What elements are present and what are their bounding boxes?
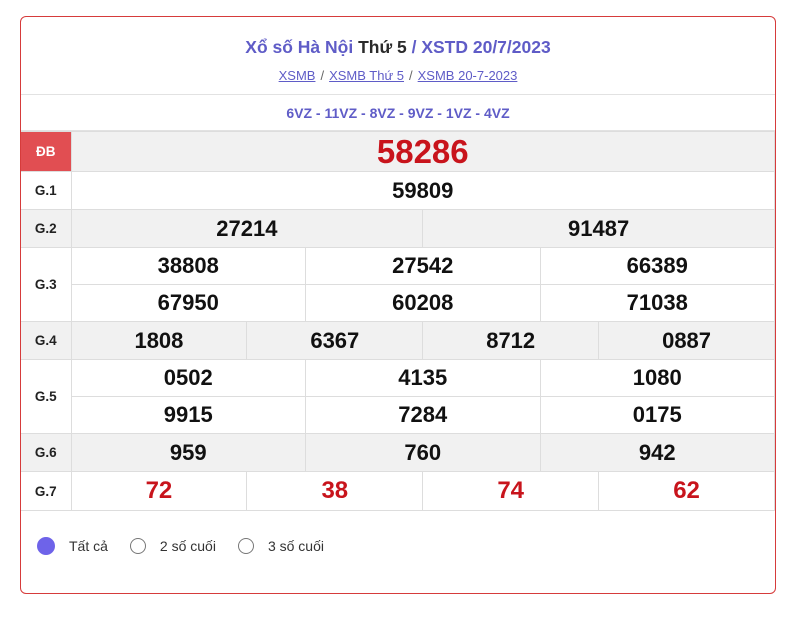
prize-row-g5-a: G.5 0502 4135 1080 (21, 359, 775, 434)
prize-number: 8712 (486, 327, 536, 353)
prize-number: 62 (673, 477, 700, 504)
prize-number: 760 (404, 439, 442, 465)
radio-empty-icon[interactable] (237, 538, 254, 554)
prize-number: 9915 (163, 402, 213, 427)
breadcrumb-xsmb-thu5[interactable]: XSMB Thứ 5 (329, 68, 404, 83)
ticket-codes: 6VZ - 11VZ - 8VZ - 9VZ - 1VZ - 4VZ (21, 95, 775, 131)
prize-number: 38 (321, 477, 349, 504)
prize-number: 6367 (310, 327, 360, 353)
results-table: ĐB 58286 G.1 59809 G.2 27214 91487 G.3 3… (21, 131, 775, 511)
prize-row-db: ĐB 58286 (21, 131, 775, 172)
option-all-label: Tất cả (69, 538, 108, 554)
breadcrumb-separator: / (320, 68, 325, 83)
result-header: Xổ số Hà Nội Thứ 5 / XSTD 20/7/2023 XSMB… (21, 17, 775, 95)
prize-row-g2: G.2 27214 91487 (21, 209, 775, 248)
prize-label-db: ĐB (21, 131, 72, 172)
prize-number: 27542 (392, 253, 454, 278)
prize-number: 27214 (216, 215, 278, 241)
prize-number: 66389 (626, 253, 688, 278)
breadcrumb-xsmb[interactable]: XSMB (279, 68, 316, 83)
prize-number: 60208 (392, 290, 454, 315)
prize-number: 71038 (626, 290, 688, 315)
option-last-3-label: 3 số cuối (267, 538, 324, 554)
title-day: Thứ 5 (358, 37, 407, 57)
breadcrumb: XSMB / XSMB Thứ 5 / XSMB 20-7-2023 (21, 68, 775, 83)
prize-number: 0502 (163, 365, 213, 390)
prize-number: 7284 (398, 402, 448, 427)
breadcrumb-separator: / (409, 68, 413, 83)
prize-label-g2: G.2 (21, 209, 72, 248)
prize-number: 4135 (398, 365, 448, 390)
prize-row-g1: G.1 59809 (21, 171, 775, 210)
prize-row-g7: G.7 72 38 74 62 (21, 471, 775, 511)
prize-number: 74 (497, 477, 525, 504)
prize-label-g5: G.5 (21, 359, 72, 434)
prize-number: 91487 (568, 215, 630, 241)
prize-row-g4: G.4 1808 6367 8712 0887 (21, 321, 775, 360)
special-prize-number: 58286 (376, 132, 469, 170)
display-options: Tất cả 2 số cuối 3 số cuối (21, 515, 775, 593)
prize-label-g1: G.1 (21, 171, 72, 210)
title-prefix: Xổ số Hà Nội (245, 37, 359, 57)
prize-label-g7: G.7 (21, 471, 72, 511)
prize-number: 72 (145, 477, 173, 504)
option-last-2-label: 2 số cuối (159, 538, 216, 554)
prize-label-g3: G.3 (21, 247, 72, 322)
prize-row-g3-b: 67950 60208 71038 (21, 284, 775, 322)
prize-number: 0175 (632, 402, 682, 427)
prize-label-g4: G.4 (21, 321, 72, 360)
prize-number: 0887 (662, 327, 712, 353)
prize-number: 1080 (632, 365, 682, 390)
prize-number: 959 (169, 439, 207, 465)
radio-selected-icon[interactable] (37, 537, 55, 555)
prize-number: 1808 (134, 327, 184, 353)
option-all[interactable]: Tất cả (37, 537, 108, 555)
radio-empty-icon[interactable] (129, 538, 146, 554)
prize-row-g3-a: G.3 38808 27542 66389 (21, 247, 775, 322)
prize-number: 38808 (157, 253, 219, 278)
title-suffix: / XSTD 20/7/2023 (406, 37, 551, 57)
page-title: Xổ số Hà Nội Thứ 5 / XSTD 20/7/2023 (21, 17, 775, 58)
prize-number: 942 (638, 439, 676, 465)
prize-number: 67950 (157, 290, 219, 315)
prize-row-g5-b: 9915 7284 0175 (21, 396, 775, 434)
prize-label-g6: G.6 (21, 433, 72, 472)
option-last-2[interactable]: 2 số cuối (129, 538, 216, 554)
prize-number: 59809 (392, 177, 454, 203)
prize-row-g6: G.6 959 760 942 (21, 433, 775, 472)
option-last-3[interactable]: 3 số cuối (237, 538, 324, 554)
breadcrumb-xsmb-date[interactable]: XSMB 20-7-2023 (418, 68, 518, 83)
result-card: Xổ số Hà Nội Thứ 5 / XSTD 20/7/2023 XSMB… (20, 16, 776, 594)
